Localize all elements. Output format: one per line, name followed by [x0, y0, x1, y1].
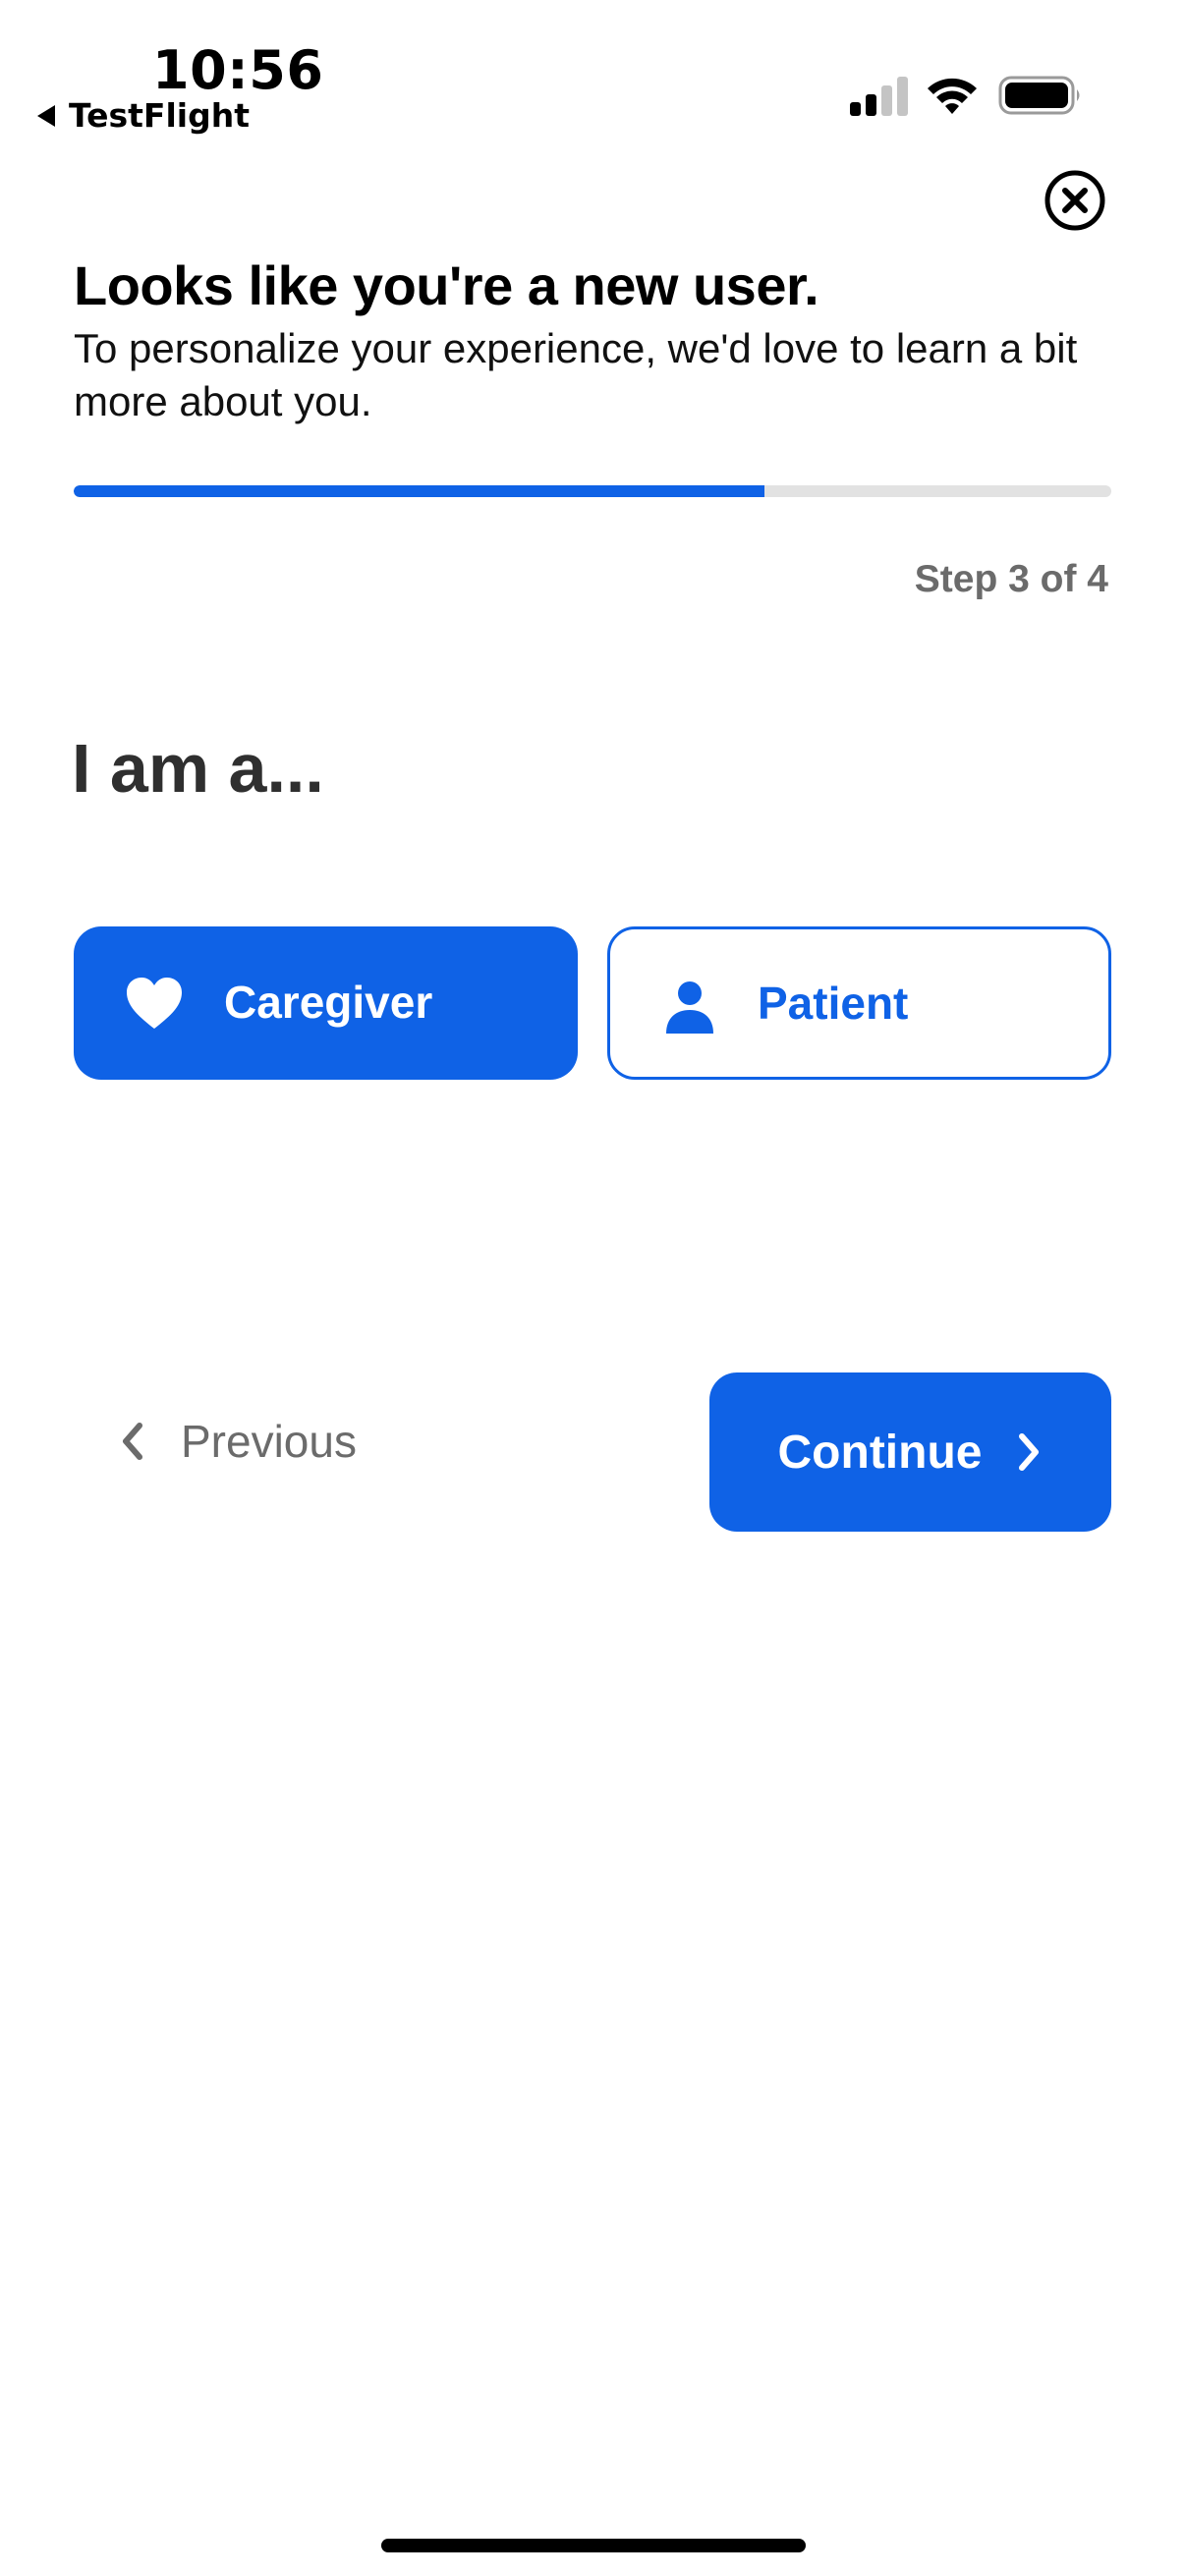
chevron-left-icon: [123, 1423, 142, 1460]
back-app-label: TestFlight: [69, 96, 250, 135]
back-to-app-link[interactable]: TestFlight: [37, 96, 250, 135]
caregiver-option-button[interactable]: Caregiver: [74, 926, 578, 1080]
cellular-signal-icon: [850, 77, 908, 116]
page-subtitle: To personalize your experience, we'd lov…: [74, 325, 1078, 424]
page-title: Looks like you're a new user.: [74, 254, 819, 316]
previous-label: Previous: [181, 1416, 357, 1467]
status-time: 10:56: [152, 39, 324, 101]
wifi-icon: [928, 78, 977, 114]
patient-label: Patient: [758, 978, 909, 1029]
person-icon: [666, 981, 713, 1034]
continue-button[interactable]: Continue: [709, 1372, 1111, 1532]
heart-icon: [127, 978, 182, 1029]
progress-fill: [74, 485, 765, 497]
continue-label: Continue: [777, 1426, 983, 1479]
chevron-right-icon: [1019, 1433, 1040, 1471]
previous-button[interactable]: Previous: [118, 1415, 357, 1468]
role-question: I am a...: [72, 730, 324, 807]
back-arrow-icon: [37, 104, 55, 127]
step-indicator: Step 3 of 4: [914, 558, 1108, 600]
home-indicator: [381, 2539, 806, 2552]
close-icon[interactable]: [1044, 169, 1106, 232]
progress-bar: [74, 485, 1111, 497]
caregiver-label: Caregiver: [224, 977, 433, 1028]
patient-option-button[interactable]: Patient: [607, 926, 1111, 1080]
battery-icon: [998, 76, 1080, 115]
